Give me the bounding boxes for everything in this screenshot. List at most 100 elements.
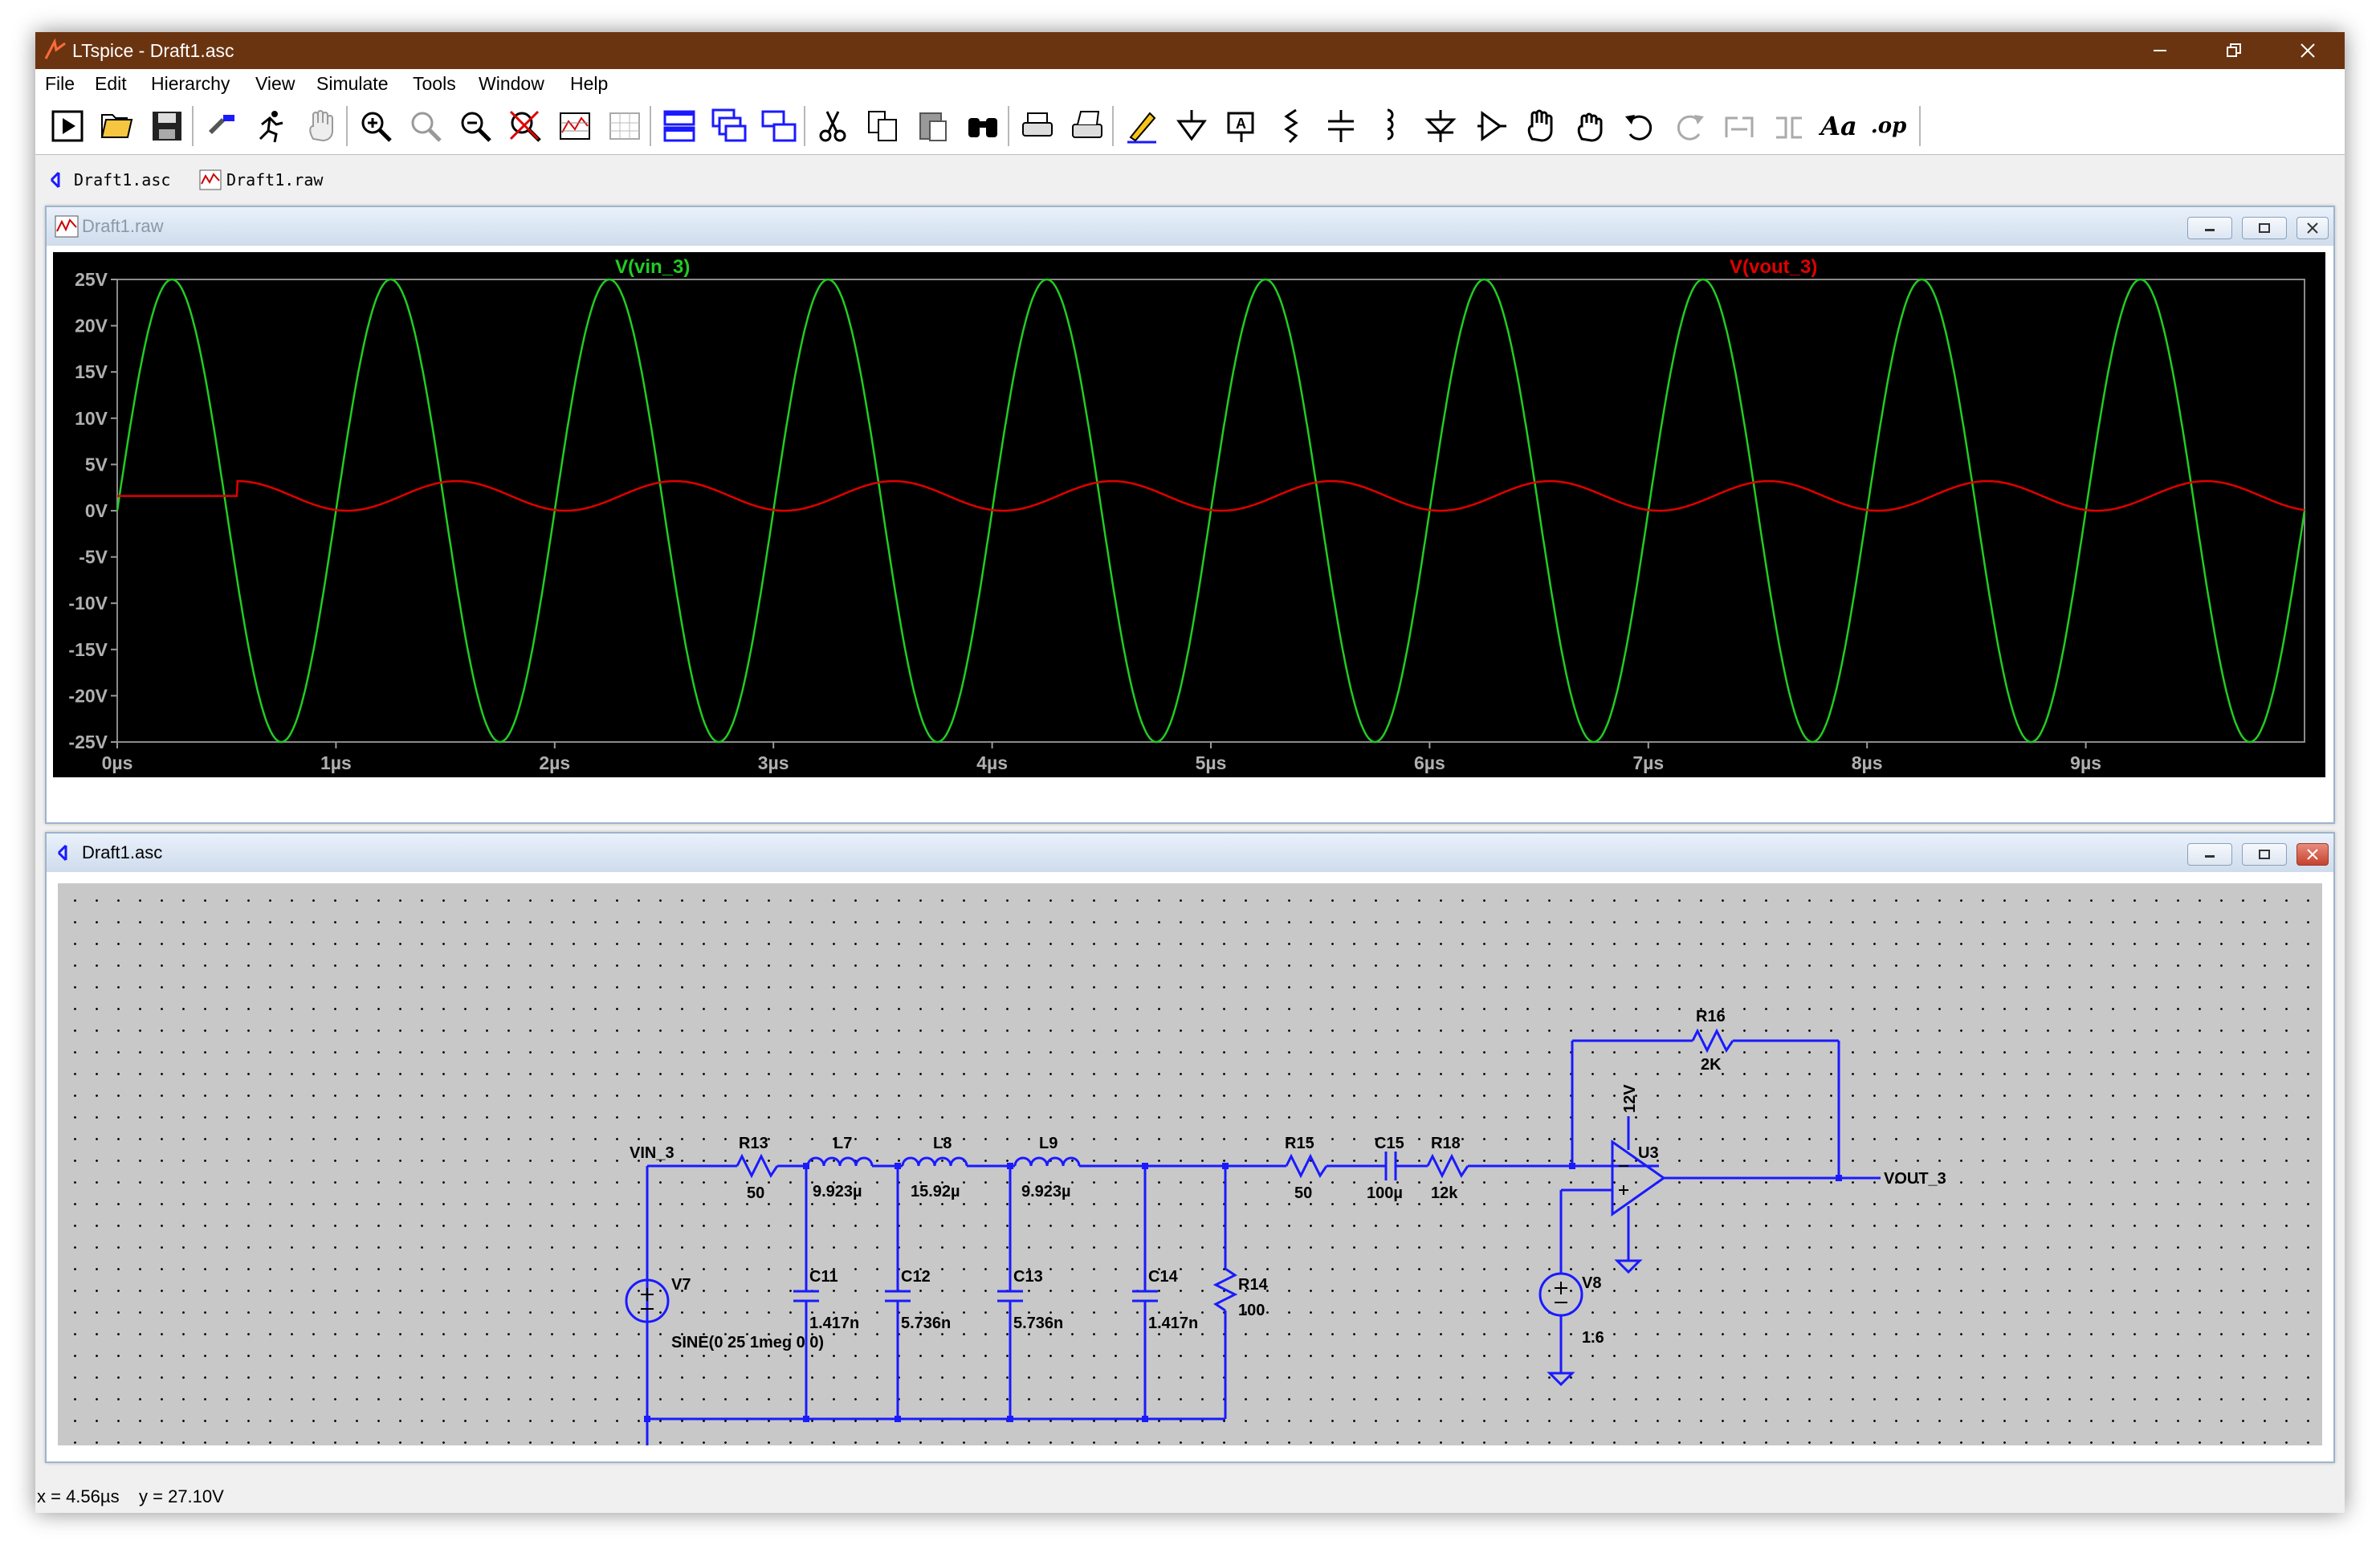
menu-view[interactable]: View [255, 69, 295, 98]
tab-label: Draft1.raw [226, 170, 324, 190]
schematic-close-button[interactable] [2296, 843, 2329, 866]
label-r18: R18 [1431, 1135, 1461, 1152]
y-tick-label: -10V [68, 593, 108, 614]
cascade-button[interactable] [707, 104, 752, 148]
maximize-icon [2259, 850, 2270, 859]
component-button[interactable] [1468, 104, 1513, 148]
plot-minimize-button[interactable] [2187, 217, 2232, 239]
restore-button[interactable] [2197, 32, 2271, 69]
svg-text:A: A [1236, 116, 1246, 132]
zoom-pan-icon [411, 112, 442, 142]
label-net-button[interactable]: A [1219, 104, 1264, 148]
label-supply: 12V [1621, 1084, 1639, 1113]
label-l9: L9 [1039, 1135, 1058, 1152]
autorange-button[interactable] [552, 104, 597, 148]
x-tick-label: 0µs [102, 752, 133, 773]
undo-button[interactable] [1617, 104, 1662, 148]
x-tick-label: 1µs [320, 752, 352, 773]
cut-button[interactable] [811, 104, 856, 148]
waveform-plot[interactable]: 25V 20V 15V 10V 5V 0V -5V -10V -15V -20V -25V 0µs 1µ… [53, 252, 2325, 777]
label-l8: L8 [933, 1135, 952, 1152]
schematic-canvas[interactable]: VIN_3 VOUT_3 R13 50 L7 9.923µ L8 15.92µ … [58, 883, 2322, 1445]
value-r13: 50 [747, 1184, 764, 1202]
schematic-maximize-button[interactable] [2242, 843, 2287, 866]
resistor-button[interactable] [1269, 104, 1314, 148]
undo-icon [1625, 115, 1653, 141]
text-button[interactable]: Aa [1816, 104, 1861, 148]
spice-directive-button[interactable]: .op [1866, 104, 1911, 148]
rotate-button[interactable] [1717, 104, 1762, 148]
ltspice-window: LTspice - Draft1.asc File Edit Hierarchy… [35, 32, 2345, 1513]
title-bar: LTspice - Draft1.asc [35, 32, 2345, 69]
plot-maximize-button[interactable] [2242, 217, 2287, 239]
menu-simulate[interactable]: Simulate [316, 69, 388, 98]
mirror-icon [1776, 116, 1802, 139]
pan-hand-icon [309, 110, 333, 142]
plot-close-button[interactable] [2296, 217, 2329, 239]
redo-button[interactable] [1667, 104, 1712, 148]
toolbar-separator [192, 106, 194, 146]
capacitor-button[interactable] [1318, 104, 1363, 148]
autorange-icon [560, 112, 590, 140]
mirror-button[interactable] [1767, 104, 1811, 148]
print-button[interactable] [1015, 104, 1060, 148]
move-icon [1527, 109, 1553, 142]
menu-file[interactable]: File [45, 69, 75, 98]
rotate-icon [1725, 116, 1754, 137]
x-tick-label: 7µs [1632, 752, 1664, 773]
y-tick-label: 5V [85, 454, 108, 475]
zoom-out-button[interactable] [453, 104, 498, 148]
value-l8: 15.92µ [911, 1183, 960, 1201]
x-tick-label: 2µs [539, 752, 570, 773]
menu-hierarchy[interactable]: Hierarchy [151, 69, 230, 98]
control-panel-button[interactable] [199, 104, 244, 148]
menu-tools[interactable]: Tools [413, 69, 456, 98]
schematic-window: Draft1.asc VIN_3 VOUT_3 R13 50 L7 9.923µ… [45, 832, 2335, 1463]
tab-draft1-asc[interactable]: Draft1.asc [48, 164, 170, 196]
zoom-fit-button[interactable] [503, 104, 548, 148]
drag-button[interactable] [1567, 104, 1612, 148]
drag-icon [1577, 112, 1603, 142]
move-button[interactable] [1518, 104, 1563, 148]
label-u3: U3 [1638, 1144, 1659, 1162]
zoom-pan-button[interactable] [403, 104, 448, 148]
tile-horizontal-button[interactable] [657, 104, 702, 148]
run-button[interactable] [45, 104, 90, 148]
open-button[interactable] [95, 104, 140, 148]
schematic-minimize-button[interactable] [2187, 843, 2232, 866]
minimize-button[interactable] [2123, 32, 2197, 69]
y-tick-label: -25V [68, 732, 108, 752]
inductor-button[interactable] [1368, 104, 1413, 148]
menu-edit[interactable]: Edit [95, 69, 127, 98]
pan-hand-button[interactable] [299, 104, 344, 148]
close-button[interactable] [2271, 32, 2345, 69]
run-man-button[interactable] [249, 104, 294, 148]
paste-button[interactable] [911, 104, 956, 148]
save-button[interactable] [145, 104, 190, 148]
label-vin: VIN_3 [630, 1144, 674, 1162]
open-icon [100, 114, 133, 138]
label-v7: V7 [671, 1276, 691, 1294]
close-icon [2301, 43, 2315, 58]
tile-vertical-button[interactable] [756, 104, 801, 148]
find-icon [968, 118, 997, 137]
label-r15: R15 [1285, 1135, 1314, 1152]
copy-button[interactable] [861, 104, 906, 148]
x-tick-label: 9µs [2070, 752, 2101, 773]
x-tick-label: 5µs [1196, 752, 1227, 773]
zoom-in-button[interactable] [353, 104, 398, 148]
label-c14: C14 [1148, 1268, 1179, 1286]
draw-wire-button[interactable] [1119, 104, 1164, 148]
value-l7: 9.923µ [813, 1183, 862, 1201]
value-l9: 9.923µ [1021, 1183, 1071, 1201]
diode-button[interactable] [1418, 104, 1463, 148]
grid-button[interactable] [602, 104, 647, 148]
label-v8: V8 [1582, 1274, 1601, 1292]
find-button[interactable] [960, 104, 1005, 148]
tab-draft1-raw[interactable]: Draft1.raw [199, 164, 323, 196]
menu-help[interactable]: Help [570, 69, 608, 98]
print-setup-button[interactable] [1065, 104, 1110, 148]
label-c12: C12 [901, 1268, 931, 1286]
menu-window[interactable]: Window [479, 69, 544, 98]
ground-button[interactable] [1169, 104, 1214, 148]
